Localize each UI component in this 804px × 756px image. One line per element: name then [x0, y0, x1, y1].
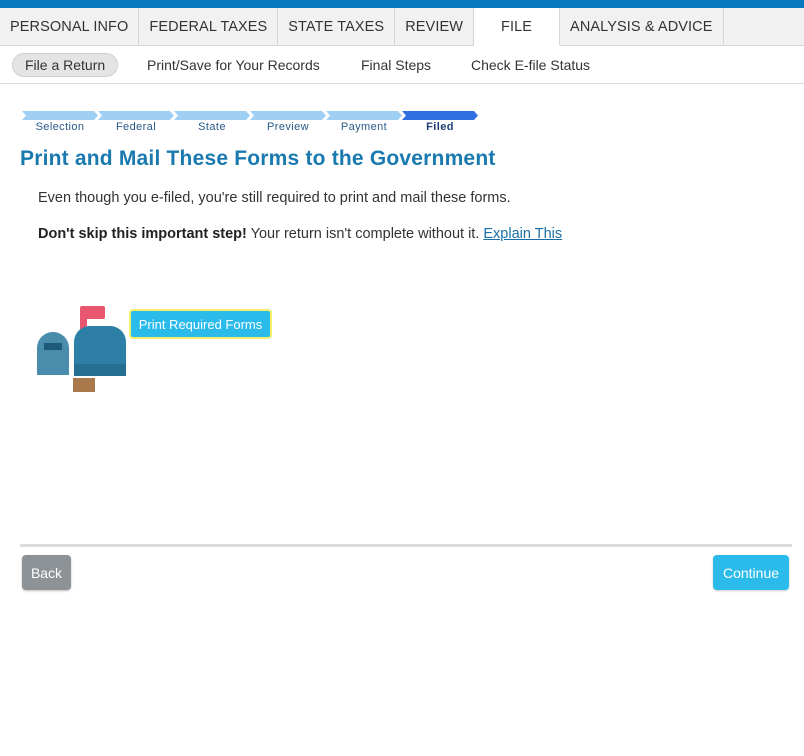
progress-tracker: Selection Federal State Preview Payment …: [22, 111, 482, 133]
print-required-forms-button[interactable]: Print Required Forms: [129, 309, 272, 339]
subtab-final-steps[interactable]: Final Steps: [361, 53, 431, 77]
warning-emphasis: Don't skip this important step!: [38, 226, 247, 242]
progress-step-filed: Filed: [426, 121, 454, 133]
mailbox-icon: [36, 304, 128, 399]
progress-arrows: [22, 111, 478, 120]
subtab-file-a-return[interactable]: File a Return: [12, 53, 119, 77]
warning-text: Don't skip this important step! Your ret…: [38, 226, 562, 242]
subtab-print-save-records[interactable]: Print/Save for Your Records: [147, 53, 320, 77]
main-nav-tabs: PERSONAL INFO FEDERAL TAXES STATE TAXES …: [0, 8, 804, 46]
subtab-check-efile-status[interactable]: Check E-file Status: [471, 53, 590, 77]
tab-file[interactable]: FILE: [474, 8, 561, 46]
sub-nav-tabs: File a Return Print/Save for Your Record…: [0, 46, 804, 84]
warning-detail: Your return isn't complete without it.: [246, 226, 484, 242]
continue-button[interactable]: Continue: [713, 555, 789, 590]
footer-divider: [20, 544, 792, 547]
progress-step-payment: Payment: [340, 121, 388, 133]
progress-step-selection: Selection: [35, 121, 85, 133]
page-title: Print and Mail These Forms to the Govern…: [20, 147, 496, 170]
tab-personal-info[interactable]: PERSONAL INFO: [0, 8, 140, 45]
tab-review[interactable]: REVIEW: [395, 8, 475, 45]
tab-analysis-advice[interactable]: ANALYSIS & ADVICE: [560, 8, 724, 45]
progress-step-preview: Preview: [267, 121, 309, 133]
top-accent-bar: [0, 0, 804, 8]
tab-federal-taxes[interactable]: FEDERAL TAXES: [139, 8, 279, 45]
instruction-text: Even though you e-filed, you're still re…: [38, 190, 511, 206]
progress-step-federal: Federal: [115, 121, 157, 133]
tab-state-taxes[interactable]: STATE TAXES: [278, 8, 396, 45]
back-button[interactable]: Back: [22, 555, 71, 590]
explain-this-link[interactable]: Explain This: [483, 226, 562, 242]
progress-step-state: State: [198, 121, 226, 133]
